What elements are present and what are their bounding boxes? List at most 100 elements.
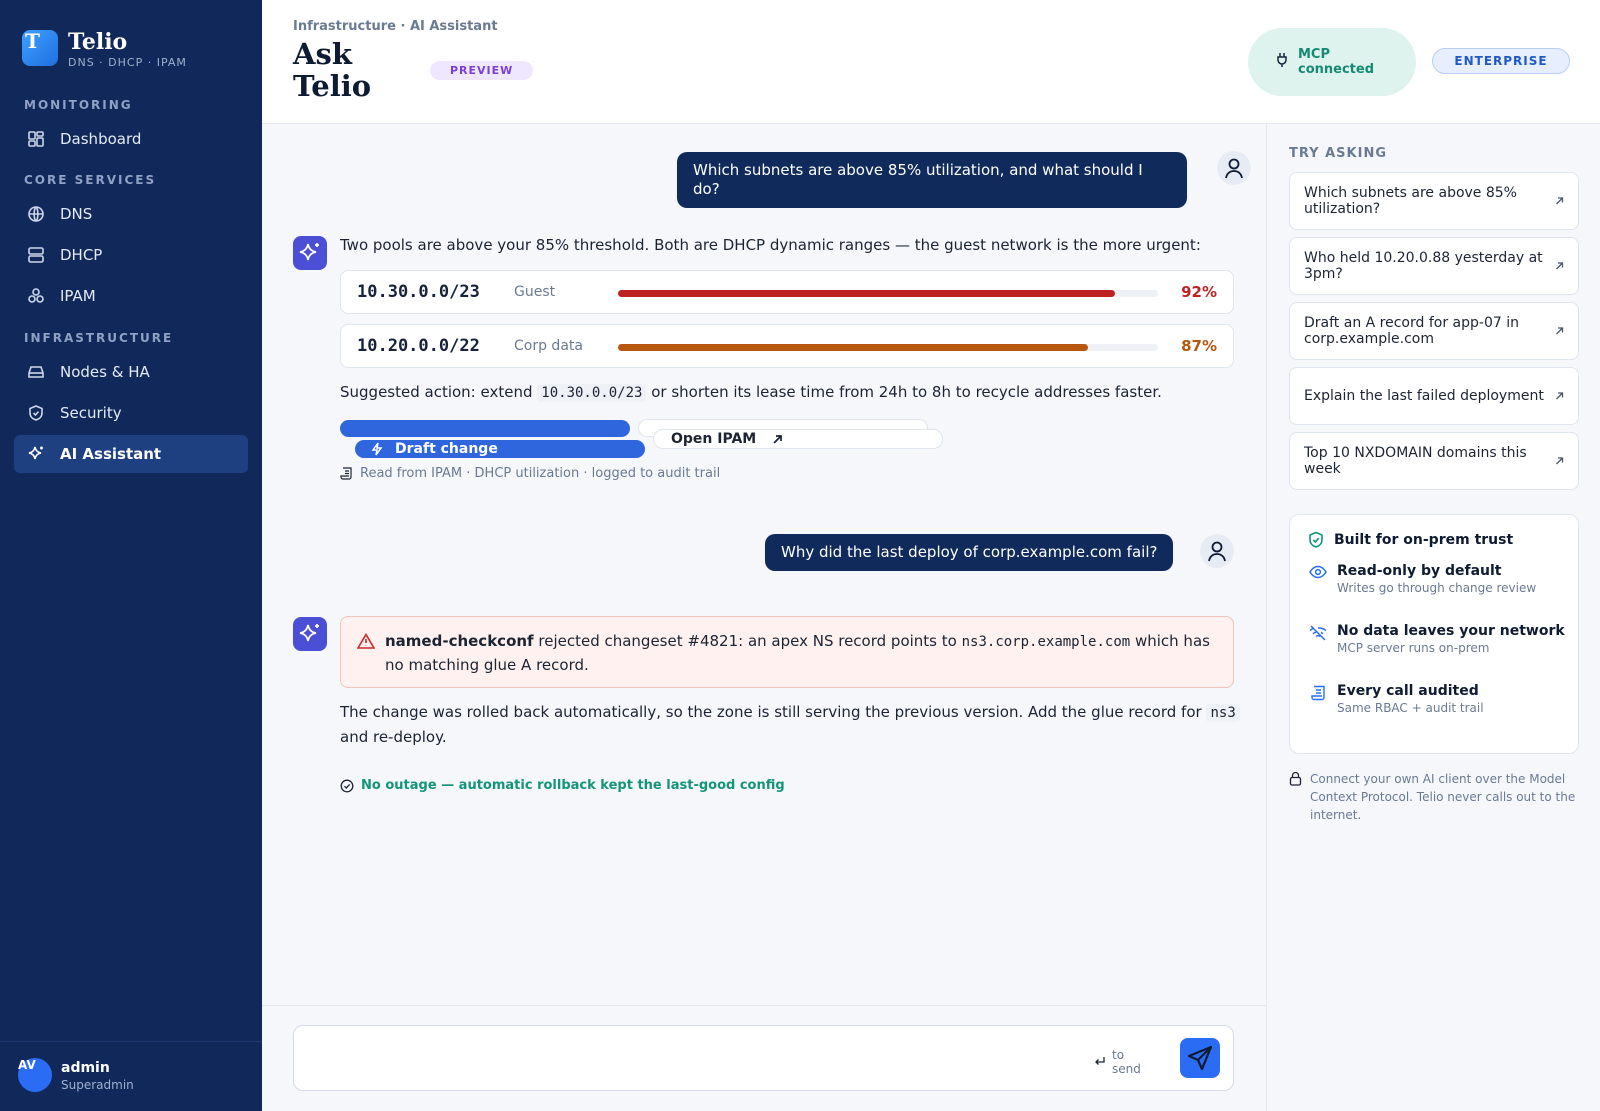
- utilization-track: [618, 290, 1158, 297]
- suggested-action: Suggested action: extend 10.30.0.0/23 or…: [340, 380, 1162, 405]
- sidebar-item-label: DHCP: [60, 246, 103, 264]
- suggestion-text: Top 10 NXDOMAIN domains this week: [1304, 445, 1527, 477]
- user-name: admin: [61, 1060, 110, 1076]
- suggestion-card[interactable]: Who held 10.20.0.88 yesterday at 3pm?: [1289, 237, 1579, 295]
- user-icon: [1225, 158, 1243, 179]
- rollback-note: No outage — automatic rollback kept the …: [340, 778, 785, 793]
- globe-icon: [26, 204, 46, 224]
- dashboard-icon: [26, 129, 46, 149]
- arrow-up-right-icon: [1555, 262, 1564, 271]
- pool-row-corp-data[interactable]: 10.20.0.0/22 Corp data 87%: [340, 324, 1234, 368]
- preview-badge: PREVIEW: [430, 61, 534, 80]
- sidebar: T Telio DNS · DHCP · IPAM MONITORING Das…: [0, 0, 262, 1111]
- suggestion-card[interactable]: Draft an A record for app-07 in corp.exa…: [1289, 302, 1579, 360]
- utilization-bar: [618, 290, 1115, 297]
- sidebar-item-ipam[interactable]: IPAM: [14, 277, 248, 315]
- plan-label: ENTERPRISE: [1454, 54, 1548, 68]
- action-code: 10.30.0.0/23: [537, 384, 647, 402]
- mcp-status-pill[interactable]: MCP connected: [1248, 28, 1416, 96]
- draft-change-label: Draft change: [395, 441, 498, 457]
- trust-title-text: Built for on-prem trust: [1334, 532, 1514, 548]
- pool-subnet: 10.20.0.0/22: [357, 336, 480, 356]
- sidebar-item-nodes-ha[interactable]: Nodes & HA: [14, 353, 248, 391]
- draft-change-button[interactable]: Draft change: [355, 440, 645, 458]
- sidebar-item-label: AI Assistant: [60, 445, 162, 463]
- right-panel: TRY ASKING Which subnets are above 85% u…: [1266, 124, 1600, 1111]
- arrow-up-right-icon: [1555, 327, 1564, 336]
- trust-item-read-only: Read-only by default Writes go through ch…: [1308, 563, 1536, 596]
- error-message: named-checkconf rejected changeset #4821…: [385, 630, 1215, 677]
- sidebar-item-label: Nodes & HA: [60, 363, 150, 381]
- suggestion-text: Who held 10.20.0.88 yesterday at 3pm?: [1304, 250, 1543, 282]
- error-code: ns3.corp.example.com: [961, 634, 1131, 650]
- shield-icon: [26, 403, 46, 423]
- message-text: and re-deploy.: [340, 728, 447, 746]
- sidebar-item-ai-assistant[interactable]: AI Assistant: [14, 435, 248, 473]
- warning-icon: [356, 632, 376, 653]
- plug-icon: [1276, 52, 1288, 72]
- mcp-status-label: MCP connected: [1298, 47, 1375, 77]
- send-icon: [1187, 1045, 1213, 1071]
- suggestion-card[interactable]: Which subnets are above 85% utilization?: [1289, 172, 1579, 230]
- suggestion-text: Which subnets are above 85% utilization?: [1304, 185, 1517, 217]
- suggestion-text: Explain the last failed deployment: [1304, 388, 1544, 404]
- arrow-up-right-icon: [1555, 457, 1564, 466]
- assistant-avatar: [293, 617, 327, 651]
- suggestion-card[interactable]: Top 10 NXDOMAIN domains this week: [1289, 432, 1579, 490]
- pool-row-guest[interactable]: 10.30.0.0/23 Guest 92%: [340, 270, 1234, 314]
- source-note-text: Read from IPAM · DHCP utilization · logg…: [360, 466, 721, 481]
- sparkle-icon: [299, 243, 319, 261]
- user-profile[interactable]: AV admin Superadmin: [0, 1041, 262, 1111]
- server-icon: [26, 245, 46, 265]
- wifi-off-icon: [1308, 623, 1328, 656]
- bolt-icon: [371, 442, 383, 456]
- pool-label: Corp data: [514, 338, 583, 354]
- trust-item-no-data-leaves: No data leaves your network MCP server ru…: [1308, 623, 1565, 656]
- try-asking-title: TRY ASKING: [1289, 146, 1387, 161]
- nav-section-core-services: CORE SERVICES: [24, 173, 157, 187]
- send-button[interactable]: [1180, 1038, 1220, 1078]
- action-prefix: Suggested action: extend: [340, 383, 533, 401]
- trust-item-audited: Every call audited Same RBAC + audit trai…: [1308, 683, 1484, 716]
- source-note: Read from IPAM · DHCP utilization · logg…: [340, 466, 720, 481]
- avatar: AV: [18, 1058, 52, 1092]
- message-text: The change was rolled back automatically…: [340, 703, 1202, 721]
- sidebar-item-label: IPAM: [60, 287, 96, 305]
- shield-check-icon: [1308, 531, 1324, 549]
- trust-item-subtitle: Same RBAC + audit trail: [1337, 701, 1484, 715]
- pool-label: Guest: [514, 284, 556, 300]
- message-input[interactable]: [310, 1044, 1070, 1072]
- breadcrumb[interactable]: Infrastructure · AI Assistant: [293, 19, 498, 34]
- scroll-icon: [340, 467, 353, 480]
- error-callout: named-checkconf rejected changeset #4821…: [340, 616, 1234, 688]
- plan-badge: ENTERPRISE: [1432, 48, 1570, 74]
- draft-change-button-shadow: [340, 420, 630, 437]
- sidebar-item-dhcp[interactable]: DHCP: [14, 236, 248, 274]
- sidebar-item-security[interactable]: Security: [14, 394, 248, 432]
- trust-card: Built for on-prem trust Read-only by def…: [1289, 514, 1579, 754]
- sidebar-item-label: DNS: [60, 205, 93, 223]
- rollback-note-text: No outage — automatic rollback kept the …: [361, 778, 785, 793]
- open-ipam-label: Open IPAM: [671, 431, 757, 447]
- send-hint-text: to send: [1112, 1048, 1141, 1076]
- brand[interactable]: T Telio DNS · DHCP · IPAM: [22, 30, 187, 69]
- suggestion-card[interactable]: Explain the last failed deployment: [1289, 367, 1579, 425]
- sidebar-item-dns[interactable]: DNS: [14, 195, 248, 233]
- message-code: ns3: [1206, 704, 1240, 722]
- assistant-message-intro: Two pools are above your 85% threshold. …: [340, 236, 1201, 254]
- utilization-percent: 92%: [1181, 283, 1217, 301]
- nav-section-infrastructure: INFRASTRUCTURE: [24, 331, 174, 345]
- brand-subtitle: DNS · DHCP · IPAM: [68, 56, 187, 69]
- brand-name: Telio: [68, 29, 128, 55]
- open-ipam-button[interactable]: Open IPAM: [653, 429, 943, 449]
- utilization-bar: [618, 344, 1088, 351]
- sidebar-item-dashboard[interactable]: Dashboard: [14, 120, 248, 158]
- arrow-up-right-icon: [1555, 197, 1564, 206]
- sidebar-item-label: Dashboard: [60, 130, 142, 148]
- error-text: rejected changeset #4821: an apex NS rec…: [538, 632, 957, 650]
- assistant-avatar: [293, 236, 327, 270]
- suggestion-text: Draft an A record for app-07 in corp.exa…: [1304, 315, 1519, 347]
- user-message: Which subnets are above 85% utilization,…: [677, 152, 1187, 208]
- network-icon: [26, 286, 46, 306]
- arrow-up-right-icon: [772, 434, 783, 445]
